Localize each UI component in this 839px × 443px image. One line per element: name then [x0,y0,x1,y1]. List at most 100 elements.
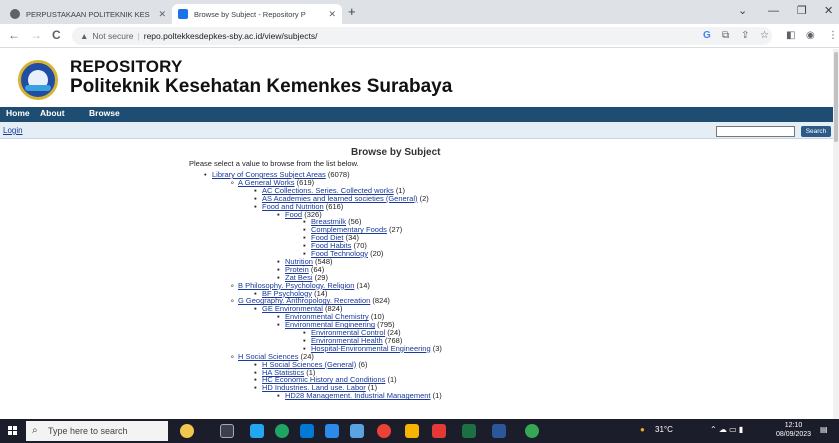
poltekkes-logo [18,60,58,100]
teams-chat-icon[interactable] [250,424,264,438]
list-bullet: ▪ [277,320,280,330]
side-panel-icon[interactable]: ◧ [786,30,795,42]
subject-count: (1) [432,391,442,401]
site-title-repository: REPOSITORY [70,57,183,76]
search-input[interactable] [716,126,795,137]
browser-tab-browse-by-subject[interactable]: Browse by Subject - Repository P ✕ [172,4,342,24]
notification-icon[interactable]: ▤ [820,425,828,434]
browser-tab-perpustakaan[interactable]: PERPUSTAKAAN POLITEKNIK KES ✕ [4,4,172,24]
subject-count: (3) [432,343,442,353]
menu-kebab-icon[interactable]: ⋮ [828,30,838,42]
subject-count: (6078) [327,170,350,179]
list-bullet: ▪ [277,391,280,401]
list-bullet: ∘ [230,351,235,361]
scrollbar-thumb[interactable] [834,52,838,142]
widgets-icon[interactable] [180,424,194,438]
taskbar-clock[interactable]: 12:10 08/09/2023 [776,421,811,439]
mail-icon[interactable] [300,424,314,438]
intro-text: Please select a value to browse from the… [189,159,359,168]
word-icon[interactable] [492,424,506,438]
list-bullet: ∘ [230,177,235,187]
chrome-profile-icon[interactable] [525,424,539,438]
list-bullet: ▪ [254,304,257,314]
subject-link[interactable]: Hospital-Environmental Engineering [311,344,431,353]
menu-about[interactable]: About [40,108,65,118]
site-title-institution: Politeknik Kesehatan Kemenkes Surabaya [70,76,453,97]
browser-tab-strip: PERPUSTAKAAN POLITEKNIK KES ✕ Browse by … [0,0,839,24]
list-bullet: ▪ [254,383,257,393]
subject-count: (20) [370,249,384,258]
menu-home[interactable]: Home [6,108,30,118]
folder-icon[interactable] [405,424,419,438]
close-tab-icon[interactable]: ✕ [158,9,166,20]
reload-button[interactable]: C [52,28,61,43]
subject-count: (14) [356,280,370,290]
address-bar[interactable]: ▲ Not secure | repo.poltekkesdepkes-sby.ac.… [72,27,772,45]
windows-taskbar: ⌕ Type here to search ● 31°C ⌃ ☁ ▭ ▮ 12:… [0,419,839,443]
tab-search-icon[interactable]: ⌄ [738,4,747,18]
subject-tree-item: ▪ HD28 Management. Industrial Management … [277,391,442,401]
system-tray-icons[interactable]: ⌃ ☁ ▭ ▮ [710,425,743,434]
close-window-button[interactable]: ✕ [824,4,833,18]
login-search-bar: Login Search [0,122,833,139]
forward-button[interactable]: → [30,28,42,43]
taskbar-search-placeholder: Type here to search [48,426,128,436]
weather-icon[interactable]: ● [640,425,645,434]
minimize-button[interactable]: — [768,4,779,18]
share-icon[interactable]: ⇪ [741,30,749,42]
login-link[interactable]: Login [3,126,23,135]
screen: PERPUSTAKAAN POLITEKNIK KES ✕ Browse by … [0,0,839,443]
warning-icon[interactable]: ▲ [80,31,88,41]
list-bullet: • [204,170,207,179]
logo-wave [25,85,51,91]
main-menu: Home About Browse [0,107,833,122]
subject-tree-item: ▪ Hospital-Environmental Engineering (3) [303,343,442,353]
browser-toolbar: ← → C ▲ Not secure | repo.poltekkesdepkes-s… [0,24,839,48]
photos-icon[interactable] [325,424,339,438]
edge-browser-icon[interactable] [275,424,289,438]
subject-count: (1) [387,375,397,385]
subject-count: (6) [358,359,368,369]
subject-link[interactable]: HD28 Management. Industrial Management [285,391,431,400]
profile-avatar-icon[interactable]: ◉ [806,30,815,42]
translate-icon[interactable]: ⧉ [722,30,729,42]
search-button[interactable]: Search [801,126,831,137]
windows-start-icon[interactable] [8,426,18,436]
clock-date: 08/09/2023 [776,431,812,438]
web-page: REPOSITORY Politeknik Kesehatan Kemenkes… [0,49,833,419]
task-view-icon[interactable] [220,424,234,438]
list-bullet: ∘ [230,296,235,306]
list-bullet: ∘ [230,280,235,290]
url-text: repo.poltekkesdepkes-sby.ac.id/view/subj… [143,31,318,41]
page-title: Browse by Subject [351,147,441,158]
divider: | [137,31,140,41]
menu-browse[interactable]: Browse [89,108,120,118]
taskbar-search-box[interactable]: ⌕ Type here to search [26,421,168,441]
bookmark-star-icon[interactable]: ☆ [760,30,769,42]
search-icon: ⌕ [32,425,38,436]
subject-count: (824) [372,296,390,306]
weather-temperature[interactable]: 31°C [655,425,673,434]
subject-count: (616) [325,201,344,211]
back-button[interactable]: ← [8,28,20,43]
chrome-icon[interactable] [377,424,391,438]
subject-link[interactable]: Food [285,210,302,219]
clock-time: 12:10 [784,422,803,429]
file-explorer-icon[interactable] [350,424,364,438]
list-bullet: ▪ [277,209,280,219]
google-lens-icon[interactable]: G [703,30,711,42]
maximize-button[interactable]: ❐ [797,4,807,18]
globe-icon [10,9,20,19]
subject-count: (2) [419,193,429,203]
pdf-reader-icon[interactable] [432,424,446,438]
close-tab-icon[interactable]: ✕ [328,9,336,20]
subject-count: (27) [388,225,403,235]
new-tab-button[interactable]: + [348,5,356,19]
site-banner: REPOSITORY Politeknik Kesehatan Kemenkes… [0,49,833,107]
tab-title: Browse by Subject - Repository P [194,9,306,19]
tab-title: PERPUSTAKAAN POLITEKNIK KES [26,9,150,19]
page-icon [178,9,188,19]
excel-icon[interactable] [462,424,476,438]
security-label: Not secure [92,31,134,41]
list-bullet: ▪ [254,201,257,211]
